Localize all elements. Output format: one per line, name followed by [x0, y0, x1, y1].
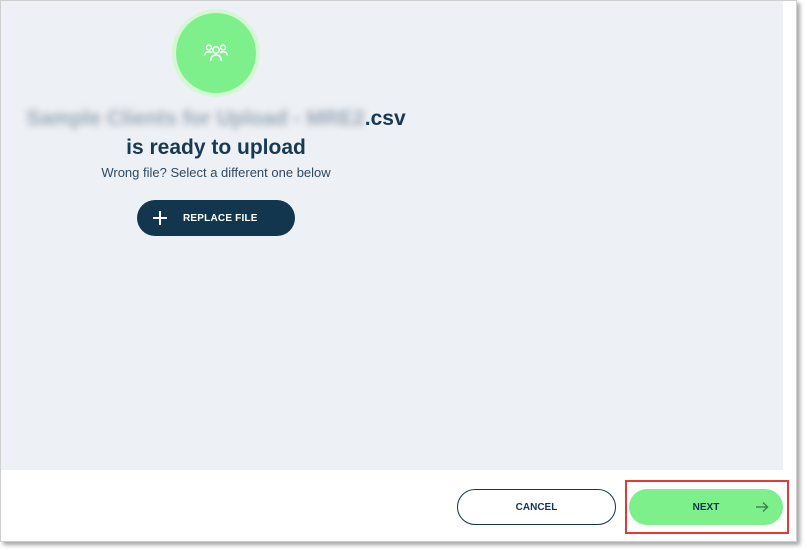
plus-icon — [153, 211, 167, 225]
file-icon-badge — [176, 13, 256, 93]
next-button[interactable]: NEXT — [629, 489, 783, 525]
replace-file-label: REPLACE FILE — [183, 212, 258, 224]
ready-title: is ready to upload — [126, 136, 306, 159]
wrong-file-hint: Wrong file? Select a different one below — [101, 165, 331, 180]
panel-edge — [783, 1, 796, 470]
file-extension: .csv — [364, 107, 406, 130]
file-name: Sample Clients for Upload - MRE2.csv — [1, 107, 431, 135]
next-label: NEXT — [692, 501, 720, 513]
file-name-redacted: Sample Clients for Upload - MRE2 — [26, 107, 365, 130]
users-group-icon — [203, 44, 229, 62]
cancel-button[interactable]: CANCEL — [457, 489, 616, 525]
upload-panel: Sample Clients for Upload - MRE2.csv is … — [1, 1, 783, 470]
arrow-right-icon — [756, 502, 769, 512]
dialog-frame: Sample Clients for Upload - MRE2.csv is … — [0, 0, 797, 542]
cancel-label: CANCEL — [515, 501, 558, 513]
replace-file-button[interactable]: REPLACE FILE — [137, 200, 295, 236]
